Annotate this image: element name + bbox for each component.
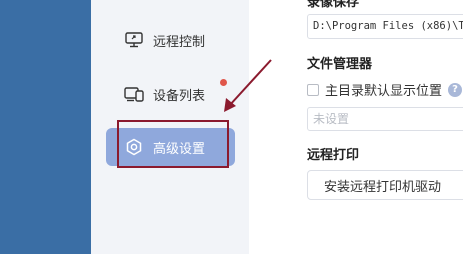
sidebar-item-label: 远程控制	[153, 34, 206, 50]
help-icon[interactable]: ?	[448, 82, 463, 97]
monitor-icon	[124, 31, 144, 49]
sidebar-item-remote-control[interactable]: 远程控制	[106, 21, 235, 59]
sidebar-item-device-list[interactable]: 设备列表	[106, 75, 235, 113]
settings-content: 录像保存 D:\Program Files (x86)\ToDesk 文件管理器…	[249, 0, 463, 254]
annotation-highlight-box	[117, 120, 229, 168]
default-location-input[interactable]: 未设置	[307, 107, 463, 131]
home-dir-checkbox[interactable]	[307, 83, 319, 96]
notification-badge	[220, 79, 227, 86]
file-manager-title: 文件管理器	[307, 57, 373, 72]
sidebar-item-label: 设备列表	[153, 88, 206, 104]
remote-print-title: 远程打印	[307, 148, 360, 163]
devices-icon	[124, 85, 144, 103]
home-dir-checkbox-row[interactable]: 主目录默认显示位置 ?	[307, 80, 463, 99]
recording-path-field[interactable]: D:\Program Files (x86)\ToDesk	[307, 14, 463, 39]
recording-section-title: 录像保存	[307, 0, 360, 10]
install-printer-driver-button[interactable]: 安装远程打印机驱动	[307, 170, 463, 200]
background-window-strip	[0, 0, 91, 254]
home-dir-checkbox-label: 主目录默认显示位置	[325, 84, 443, 99]
